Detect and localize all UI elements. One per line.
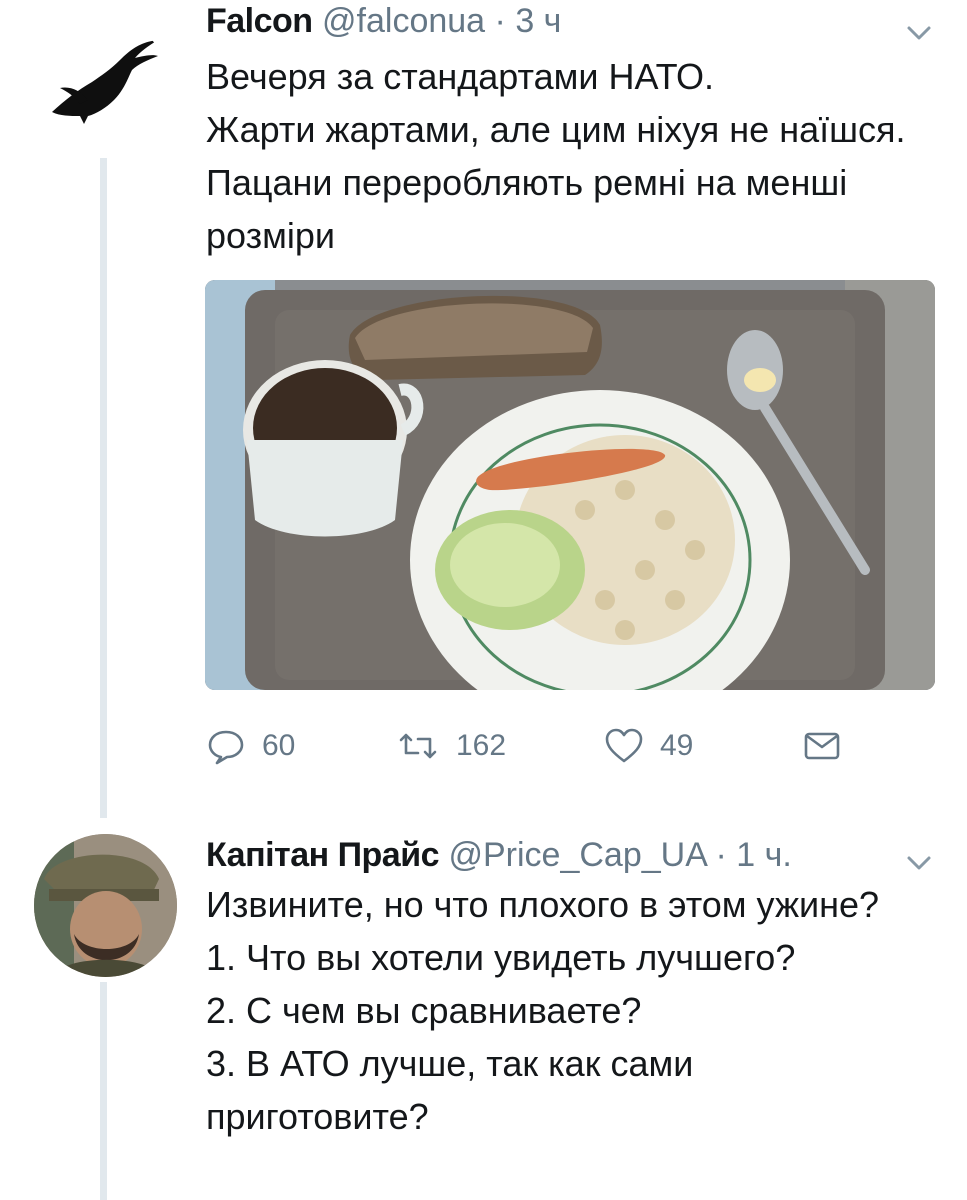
person-avatar-photo [34, 834, 177, 977]
retweet-icon [399, 733, 437, 759]
tweet-header: Капітан Прайс @Price_Cap_UA · 1 ч. [206, 836, 792, 875]
tweet-text: Вечеря за стандартами НАТО. Жарти жартам… [206, 56, 906, 256]
author-name[interactable]: Falcon [206, 2, 313, 40]
chevron-down-icon[interactable] [906, 854, 932, 872]
author-name[interactable]: Капітан Прайс [206, 836, 440, 874]
separator: · [494, 2, 506, 40]
reply-count: 60 [262, 729, 296, 762]
tweet-header: Falcon @falconua · 3 ч [206, 2, 561, 41]
retweet-button[interactable]: 162 [396, 722, 506, 770]
author-handle[interactable]: @falconua [322, 2, 485, 40]
like-count: 49 [660, 729, 694, 762]
timestamp[interactable]: 1 ч. [736, 836, 792, 874]
direct-message-button[interactable] [802, 722, 858, 770]
timestamp[interactable]: 3 ч [515, 2, 561, 40]
tweet-2[interactable]: Капітан Прайс @Price_Cap_UA · 1 ч. Извин… [0, 820, 967, 1200]
reply-icon [208, 730, 244, 765]
avatar[interactable] [34, 834, 177, 977]
avatar[interactable] [40, 20, 170, 150]
photo-tray-meal [205, 280, 935, 690]
tweet-1[interactable]: Falcon @falconua · 3 ч Вечеря за стандар… [0, 0, 967, 820]
crow-avatar-icon [52, 40, 158, 124]
tweet-photo[interactable] [205, 280, 935, 690]
direct-message-icon [804, 732, 840, 760]
reply-button[interactable]: 60 [206, 722, 295, 770]
heart-icon [605, 728, 643, 763]
like-button[interactable]: 49 [604, 722, 693, 770]
chevron-down-icon[interactable] [906, 24, 932, 42]
separator: · [715, 836, 727, 874]
retweet-count: 162 [456, 729, 507, 762]
author-handle[interactable]: @Price_Cap_UA [448, 836, 706, 874]
tweet-actions: 60 162 49 [206, 722, 846, 770]
tweet-text: Извините, но что плохого в этом ужине? 1… [206, 884, 880, 1137]
